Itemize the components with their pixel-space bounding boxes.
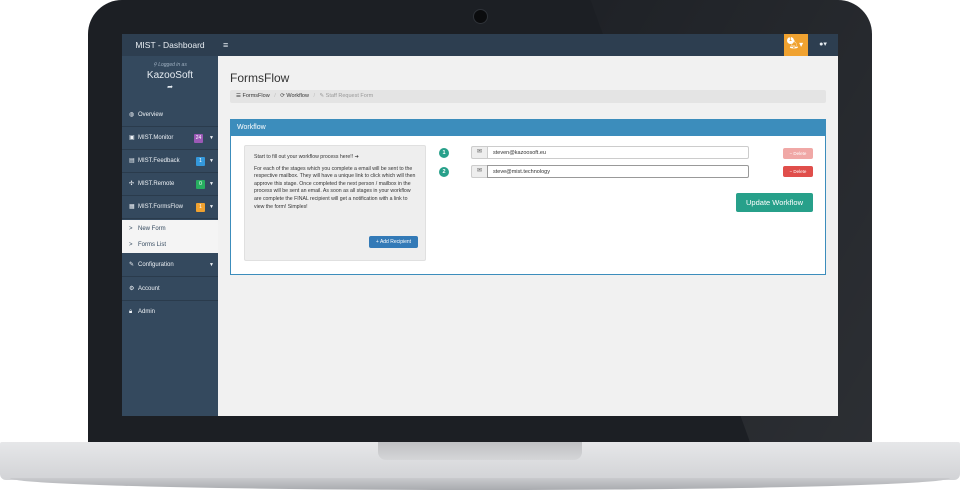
chevron-right-icon: > xyxy=(129,242,133,248)
breadcrumb-formsflow[interactable]: FormsFlow xyxy=(242,93,269,99)
count-badge: 1 xyxy=(196,203,205,212)
sidebar-item-configuration[interactable]: ✎ Configuration ▼ xyxy=(122,254,218,277)
step-number: 1 xyxy=(439,148,449,158)
logged-in-label: ⚲ Logged in as xyxy=(153,62,187,68)
delete-recipient-button[interactable]: − Delete xyxy=(783,166,813,177)
notification-count-badge: 1 xyxy=(787,37,794,44)
breadcrumb-separator: / xyxy=(274,93,276,99)
user-menu-button[interactable]: ●▾ xyxy=(812,34,834,56)
sidebar-item-feedback[interactable]: ▤ MIST.Feedback 1 ▼ xyxy=(122,150,218,173)
users-icon: ✣ xyxy=(129,181,135,187)
sidebar: ⚲ Logged in as KazooSoft ➦ ◍ Overview ▣ MI… xyxy=(122,56,218,416)
menu-toggle-icon[interactable]: ≡ xyxy=(223,40,228,50)
count-badge: 0 xyxy=(196,180,205,189)
submenu-item-forms-list[interactable]: > Forms List xyxy=(122,237,218,253)
sidebar-item-remote[interactable]: ✣ MIST.Remote 0 ▼ xyxy=(122,173,218,196)
instructions-text: For each of the stages which you complet… xyxy=(254,165,416,210)
recipient-email-field[interactable] xyxy=(487,165,749,178)
dashboard-icon: ◍ xyxy=(129,112,135,118)
instructions-title: Start to fill out your workflow process … xyxy=(254,154,359,160)
count-badge: 24 xyxy=(194,134,203,143)
recipient-email-field[interactable] xyxy=(487,146,749,159)
chevron-down-icon: ▼ xyxy=(209,181,214,187)
refresh-icon: ⟳ xyxy=(280,93,285,99)
workflow-panel: Workflow Start to fill out your workflow… xyxy=(230,119,826,275)
breadcrumb-separator: / xyxy=(313,93,315,99)
org-name: KazooSoft xyxy=(146,70,194,81)
laptop-base-edge xyxy=(10,478,950,490)
envelope-icon: ✉ xyxy=(471,146,487,159)
webcam xyxy=(473,9,488,24)
page-title: FormsFlow xyxy=(230,71,290,85)
laptop-notch xyxy=(378,442,582,460)
step-number: 2 xyxy=(439,167,449,177)
notifications-button[interactable]: 1 🔔︎▾ xyxy=(784,34,808,56)
chevron-down-icon: ▼ xyxy=(209,135,214,141)
panel-title: Workflow xyxy=(231,120,825,136)
add-recipient-button[interactable]: + Add Recipient xyxy=(369,236,418,248)
update-workflow-button[interactable]: Update Workflow xyxy=(736,193,813,212)
main-content: FormsFlow ☰ FormsFlow / ⟳ Workflow / ✎ S… xyxy=(218,56,838,416)
count-badge: 1 xyxy=(196,157,205,166)
chevron-down-icon: ▼ xyxy=(209,204,214,210)
envelope-icon: ✉ xyxy=(471,165,487,178)
forms-icon: ▦ xyxy=(129,204,135,210)
logout-icon[interactable]: ➦ xyxy=(122,83,218,91)
submenu-item-new-form[interactable]: > New Form xyxy=(122,221,218,237)
instructions-box: Start to fill out your workflow process … xyxy=(244,145,426,261)
brand-title[interactable]: MIST - Dashboard xyxy=(122,34,218,56)
sidebar-item-monitor[interactable]: ▣ MIST.Monitor 24 ▼ xyxy=(122,127,218,150)
app-screen: MIST - Dashboard ≡ 1 🔔︎▾ ●▾ ⚲ Logged in … xyxy=(122,34,838,416)
breadcrumb-current: Staff Request Form xyxy=(325,93,374,99)
lock-icon: 🔒︎ xyxy=(129,309,133,315)
user-icon: ●▾ xyxy=(819,41,827,48)
list-icon: ☰ xyxy=(236,93,241,99)
top-navbar: MIST - Dashboard ≡ 1 🔔︎▾ ●▾ xyxy=(122,34,838,56)
delete-recipient-button[interactable]: − Delete xyxy=(783,148,813,159)
sidebar-item-account[interactable]: ⚙ Account xyxy=(122,278,218,301)
chevron-down-icon: ▼ xyxy=(209,262,214,268)
feedback-icon: ▤ xyxy=(129,158,135,164)
breadcrumb-workflow[interactable]: Workflow xyxy=(286,93,309,99)
edit-icon: ✎ xyxy=(319,93,325,99)
chevron-right-icon: > xyxy=(129,226,133,232)
sidebar-item-admin[interactable]: 🔒︎ Admin xyxy=(122,301,218,324)
sidebar-item-overview[interactable]: ◍ Overview xyxy=(122,104,218,127)
monitor-icon: ▣ xyxy=(129,135,135,141)
edit-icon: ✎ xyxy=(129,262,135,268)
formsflow-submenu: > New Form > Forms List xyxy=(122,220,218,253)
breadcrumb: ☰ FormsFlow / ⟳ Workflow / ✎ Staff Reque… xyxy=(230,90,826,103)
sidebar-item-formsflow[interactable]: ▦ MIST.FormsFlow 1 ▼ xyxy=(122,196,218,219)
chevron-down-icon: ▼ xyxy=(209,158,214,164)
gear-icon: ⚙ xyxy=(129,286,135,292)
